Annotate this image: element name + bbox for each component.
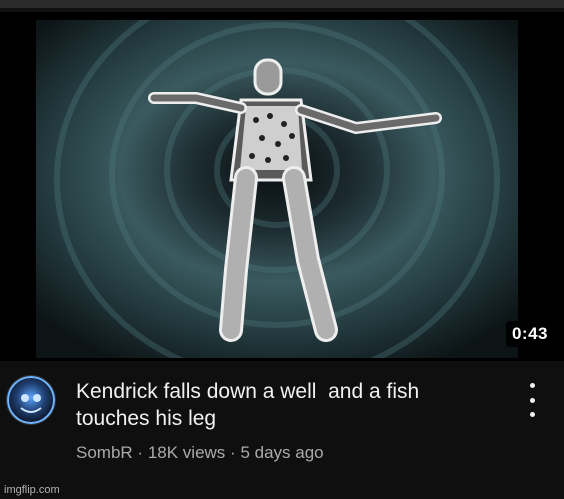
channel-name[interactable]: SombR <box>76 443 133 462</box>
video-duration-badge: 0:43 <box>505 321 554 347</box>
separator: · <box>230 443 236 462</box>
upload-age: 5 days ago <box>240 443 324 462</box>
dot <box>529 383 535 388</box>
dot <box>529 412 535 417</box>
video-subline: SombR · 18K views · 5 days ago <box>76 443 324 463</box>
separator: · <box>137 443 144 462</box>
channel-avatar[interactable] <box>6 375 56 425</box>
imgflip-watermark: imgflip.com <box>4 484 60 496</box>
avatar-image <box>7 376 55 424</box>
top-bar <box>0 0 564 8</box>
video-thumbnail[interactable]: 0:43 <box>0 12 564 361</box>
view-count: 18K views <box>147 443 226 462</box>
video-title[interactable]: Kendrick falls down a well and a fish to… <box>76 378 496 432</box>
thumbnail-image <box>36 20 518 358</box>
kebab-vertical-icon[interactable] <box>522 383 542 417</box>
dot <box>529 397 535 403</box>
video-meta: Kendrick falls down a well and a fish to… <box>0 361 564 499</box>
